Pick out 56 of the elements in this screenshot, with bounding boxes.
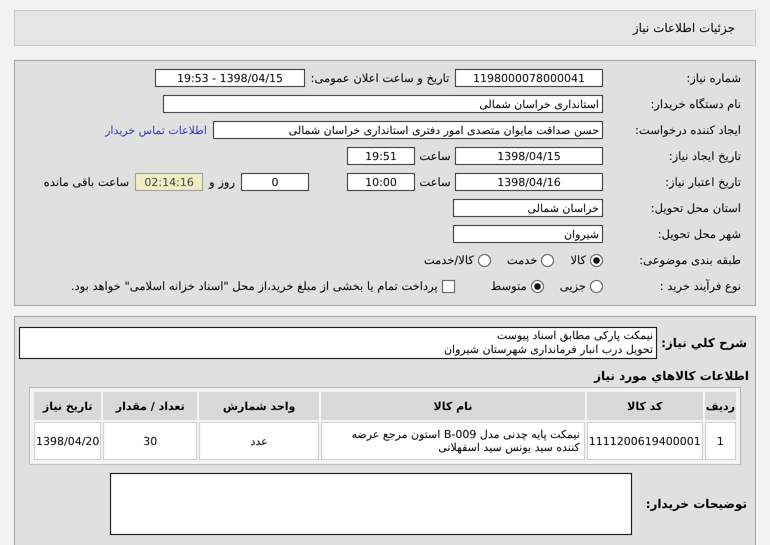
- table-cell: 1398/04/20: [34, 422, 102, 460]
- field-label: ساعت: [418, 175, 452, 189]
- radio-label: کالا/خدمت: [424, 253, 474, 267]
- validity-date-field: 1398/04/16: [455, 173, 603, 191]
- field-label: روز و: [209, 175, 235, 189]
- field-label: شرح کلي نياز:: [660, 336, 748, 350]
- field-label: نوع فرآیند خرید :: [658, 279, 742, 293]
- checkbox-label: پرداخت تمام یا بخشی از مبلغ خرید،از محل "اسناد خزانه اسلامی" خواهد بود.: [70, 279, 438, 293]
- requester-field: حسن صداقت مایوان متصدی امور دفتری استانداری خراسان شمالی: [213, 121, 603, 139]
- city-field: شیروان: [453, 225, 603, 243]
- radio-label: جزیی: [560, 279, 586, 293]
- field-label: تاریخ ایجاد نیاز:: [668, 149, 742, 163]
- buyer-org-field: استانداری خراسان شمالی: [163, 95, 603, 113]
- province-field: خراسان شمالی: [453, 199, 603, 217]
- page-title: جزئیات اطلاعات نیاز: [632, 21, 735, 35]
- validity-time-field: 10:00: [347, 173, 415, 191]
- radio-button[interactable]: [541, 254, 554, 266]
- radio-button[interactable]: [478, 254, 491, 266]
- checkbox[interactable]: [442, 280, 455, 292]
- field-label: ایجاد کننده درخواست:: [634, 123, 742, 137]
- column-header: نام کالا: [321, 392, 585, 420]
- table-cell: عدد: [199, 422, 320, 460]
- announce-date-field: 1398/04/15 - 19:53: [155, 69, 305, 87]
- buyer-contact-link[interactable]: اطلاعات تماس خریدار: [105, 124, 207, 136]
- description-field: نیمکت پارکی مطابق اسناد پیوست تحویل درب انبار فرمانداری شهرستان شیروان: [19, 327, 658, 359]
- field-label: ساعت: [418, 149, 452, 163]
- radio-label: کالا: [570, 253, 586, 267]
- column-header: کد کالا: [586, 392, 703, 420]
- table-cell: 1111200619400001: [586, 422, 703, 460]
- table-cell: نیمکت پایه چدنی مدل B-009 استون مرجع عرضه کننده سید یونس سید اسقهلانی: [321, 422, 585, 460]
- column-header: تعداد / مقدار: [103, 392, 198, 420]
- created-time-field: 19:51: [347, 147, 415, 165]
- days-field: 0: [241, 173, 309, 191]
- field-label: طبقه بندی موضوعی:: [638, 253, 742, 267]
- radio-button[interactable]: [530, 280, 544, 292]
- field-label: ساعت باقی مانده: [44, 175, 130, 189]
- radio-label: متوسط: [490, 279, 527, 293]
- created-date-field: 1398/04/15: [455, 147, 603, 165]
- table-cell: 1: [704, 422, 736, 460]
- field-label: توضیحات خریدار:: [644, 497, 748, 511]
- radio-button[interactable]: [590, 280, 603, 292]
- field-label: تاریخ و ساعت اعلان عمومی:: [310, 71, 450, 85]
- column-header: ردیف: [704, 392, 736, 420]
- field-label: استان محل تحویل:: [650, 201, 742, 215]
- section-title: اطلاعات کالاهاي مورد نياز: [592, 368, 750, 385]
- field-label: نام دستگاه خریدار:: [649, 97, 742, 111]
- column-header: تاریخ نیاز: [34, 392, 102, 420]
- remaining-time-field: 02:14:16: [135, 173, 204, 191]
- radio-label: خدمت: [506, 253, 538, 267]
- radio-button[interactable]: [590, 254, 603, 266]
- table-cell: 30: [103, 422, 198, 460]
- column-header: واحد شمارش: [199, 392, 320, 420]
- field-label: شماره نیاز:: [685, 71, 742, 85]
- field-label: شهر محل تحویل:: [656, 227, 742, 241]
- field-label: تاریخ اعتبار نیاز:: [664, 175, 742, 189]
- need-number-field: 1198000078000041: [455, 69, 603, 87]
